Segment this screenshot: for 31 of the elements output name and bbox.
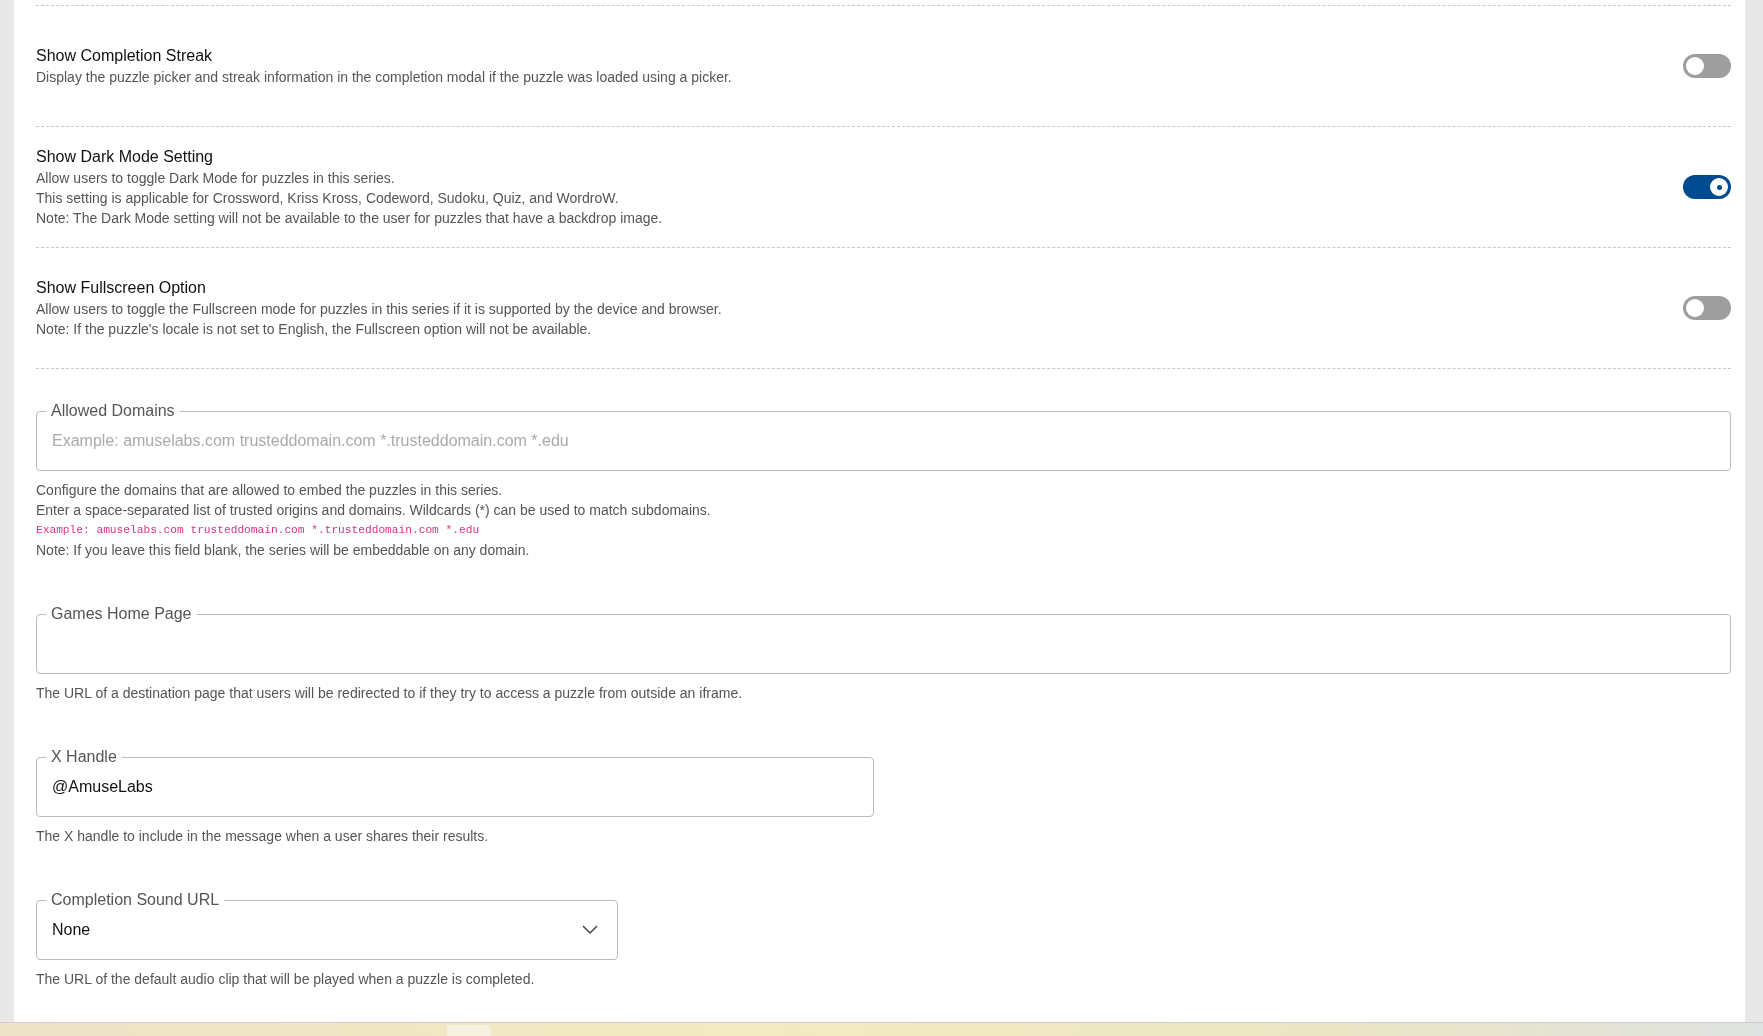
help-text: The URL of a destination page that users will be redirected to if they try to access a puzzle from outside an iframe. [36,684,744,703]
toggle-switch[interactable] [1683,296,1731,320]
field-label: X Handle [50,747,118,767]
help-text: Enter a space-separated list of trusted origins and domains. Wildcards (*) can be used to match subdomains. [36,501,712,520]
help-text: Configure the domains that are allowed to embed the puzzles in this series. [36,481,504,500]
toggle-switch[interactable] [1683,54,1731,78]
selected-value: None [52,921,91,939]
input-field[interactable]: Games Home Page [36,604,1731,674]
setting-title: Show Completion Streak [36,46,214,66]
setting-description: Allow users to toggle the Fullscreen mode for puzzles in this series if it is supported by the device and browser. [36,300,722,319]
field-label: Allowed Domains [50,401,176,421]
setting-description: Allow users to toggle Dark Mode for puzzles in this series. [36,169,396,188]
setting-description: Display the puzzle picker and streak information in the completion modal if the puzzle was loaded using a picker. [36,68,732,87]
chevron-down-icon [582,925,598,935]
help-text: The URL of the default audio clip that will be played when a puzzle is completed. [36,970,536,989]
input-field[interactable]: Allowed Domains Example: amuselabs.com trusteddomain.com *.trusteddomain.com *.edu [36,401,1731,471]
help-text: The X handle to include in the message when a user shares their results. [36,827,490,846]
field-label: Games Home Page [50,604,193,624]
toggle-switch[interactable] [1683,175,1731,199]
dropdown-field[interactable]: Completion Sound URL None [36,890,618,960]
setting-description: Note: If the puzzle's locale is not set to English, the Fullscreen option will not be available. [36,320,593,339]
setting-title: Show Dark Mode Setting [36,147,214,167]
setting-description: This setting is applicable for Crossword, Kriss Kross, Codeword, Sudoku, Quiz, and WordroW. [36,189,620,208]
text-input[interactable]: @AmuseLabs [47,767,863,807]
text-input[interactable]: Example: amuselabs.com trusteddomain.com *.trusteddomain.com *.edu [47,421,1720,461]
example-code: Example: amuselabs.com trusteddomain.com *.trusteddomain.com *.edu [36,523,481,538]
input-field[interactable]: X Handle @AmuseLabs [36,747,874,817]
field-label: Completion Sound URL [50,890,221,910]
help-text: Note: If you leave this field blank, the series will be embeddable on any domain. [36,541,531,560]
setting-description: Note: The Dark Mode setting will not be available to the user for puzzles that have a backdrop image. [36,209,663,228]
setting-title: Show Fullscreen Option [36,278,207,298]
